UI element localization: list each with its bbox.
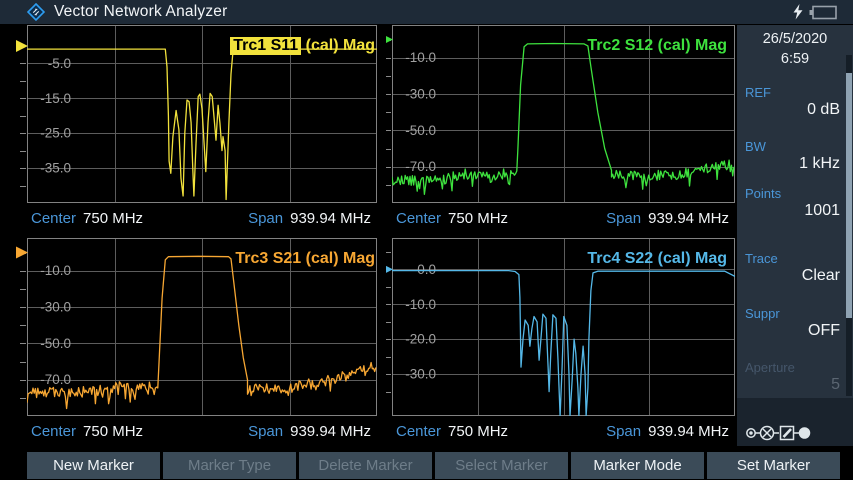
span-frequency[interactable]: Span 939.94 MHz xyxy=(606,423,729,440)
span-value: 939.94 MHz xyxy=(648,423,729,440)
axis-ticks xyxy=(386,253,391,393)
span-label: Span xyxy=(248,210,283,227)
sidebar: 26/5/2020 6:59 REF 0 dB BW 1 kHz Points 10… xyxy=(737,25,853,446)
softkey-bar: New MarkerMarker TypeDelete MarkerSelect… xyxy=(0,446,853,480)
titlebar: Vector Network Analyzer xyxy=(0,0,853,24)
span-frequency[interactable]: Span 939.94 MHz xyxy=(248,210,371,227)
y-tick-label: -70.0 xyxy=(405,159,436,174)
softkey-new-marker[interactable]: New Marker xyxy=(27,452,160,479)
plot-window-s22[interactable]: 0.0 -10.0 -20.0 -30.0 Trc4 S22 (cal) Mag Cen… xyxy=(386,238,737,446)
trace-title: Trc2 S12 (cal) Mag xyxy=(587,36,727,56)
softkey-marker-mode[interactable]: Marker Mode xyxy=(571,452,704,479)
softkey-marker-type[interactable]: Marker Type xyxy=(163,452,296,479)
plot-window-s12[interactable]: -10.0 -30.0 -50.0 -70.0 Trc2 S12 (cal) Mag C… xyxy=(386,25,737,233)
field-label: Points xyxy=(745,186,781,201)
ref-level-marker-icon xyxy=(386,263,393,275)
y-tick-label: -10.0 xyxy=(405,297,436,312)
span-value: 939.94 MHz xyxy=(648,210,729,227)
trace-title: Trc4 S22 (cal) Mag xyxy=(587,249,727,269)
field-value: Clear xyxy=(802,267,840,285)
field-value: 5 xyxy=(831,376,840,394)
field-value: 0 dB xyxy=(807,101,840,119)
plot-window-s21[interactable]: -10.0 -30.0 -50.0 -70.0 Trc3 S21 (cal) Mag C… xyxy=(0,238,380,446)
vna-screen: Vector Network Analyzer -5.0 -15.0 -25.0 -3… xyxy=(0,0,853,480)
center-frequency[interactable]: Center 750 MHz xyxy=(396,210,508,227)
center-label: Center xyxy=(396,423,441,440)
y-tick-label: -50.0 xyxy=(405,123,436,138)
axis-ticks xyxy=(386,41,391,186)
y-tick-label: -10.0 xyxy=(40,263,71,278)
center-label: Center xyxy=(31,210,76,227)
plot-footer: Center 750 MHz Span 939.94 MHz xyxy=(27,416,377,446)
y-tick-label: -15.0 xyxy=(40,91,71,106)
axis-ticks xyxy=(20,47,26,187)
center-frequency[interactable]: Center 750 MHz xyxy=(396,423,508,440)
trace-curve xyxy=(27,256,376,408)
field-label: Trace xyxy=(745,251,778,266)
y-tick-label: -20.0 xyxy=(405,332,436,347)
time-label: 6:59 xyxy=(737,51,853,67)
center-label: Center xyxy=(396,210,441,227)
y-tick-label: -5.0 xyxy=(48,56,71,71)
span-frequency[interactable]: Span 939.94 MHz xyxy=(606,210,729,227)
y-tick-label: -30.0 xyxy=(405,367,436,382)
plot-footer: Center 750 MHz Span 939.94 MHz xyxy=(392,416,735,446)
center-value: 750 MHz xyxy=(448,423,508,440)
y-tick-label: 0.0 xyxy=(417,262,436,277)
center-frequency[interactable]: Center 750 MHz xyxy=(31,423,143,440)
rohde-schwarz-logo-icon xyxy=(27,3,45,21)
y-tick-label: -70.0 xyxy=(40,372,71,387)
axis-ticks xyxy=(20,254,26,399)
span-label: Span xyxy=(248,423,283,440)
span-label: Span xyxy=(606,423,641,440)
y-tick-label: -50.0 xyxy=(40,336,71,351)
center-frequency[interactable]: Center 750 MHz xyxy=(31,210,143,227)
field-value: 1001 xyxy=(804,202,840,220)
field-label: BW xyxy=(745,139,766,154)
trace-title: Trc3 S21 (cal) Mag xyxy=(235,249,375,269)
span-value: 939.94 MHz xyxy=(290,210,371,227)
y-tick-label: -35.0 xyxy=(40,161,71,176)
trace-curve xyxy=(392,271,735,416)
plot-window-s11[interactable]: -5.0 -15.0 -25.0 -35.0 Trc1 S11 (cal) Mag Ce… xyxy=(0,25,380,233)
plot-footer: Center 750 MHz Span 939.94 MHz xyxy=(27,203,377,233)
filled-circle-icon xyxy=(800,428,810,438)
lightning-icon xyxy=(792,4,804,20)
center-value: 750 MHz xyxy=(448,210,508,227)
sidebar-scrollbar-thumb[interactable] xyxy=(846,73,852,318)
span-value: 939.94 MHz xyxy=(290,423,371,440)
center-value: 750 MHz xyxy=(83,210,143,227)
trace-curve xyxy=(392,44,734,195)
trace-title: Trc1 S11 (cal) Mag xyxy=(230,36,375,56)
ref-level-marker-icon xyxy=(16,40,28,52)
field-value: OFF xyxy=(808,322,840,340)
softkey-delete-marker[interactable]: Delete Marker xyxy=(299,452,432,479)
field-value: 1 kHz xyxy=(799,155,840,173)
y-tick-label: -30.0 xyxy=(40,300,71,315)
center-label: Center xyxy=(31,423,76,440)
y-tick-label: -25.0 xyxy=(40,126,71,141)
softkey-set-marker[interactable]: Set Marker xyxy=(707,452,840,479)
center-value: 750 MHz xyxy=(83,423,143,440)
span-label: Span xyxy=(606,210,641,227)
field-label: REF xyxy=(745,85,771,100)
trace-title-text: Trc3 S21 (cal) Mag xyxy=(235,250,375,268)
field-label: Aperture xyxy=(745,360,795,375)
plot-footer: Center 750 MHz Span 939.94 MHz xyxy=(392,203,735,233)
trace-title-text: (cal) Mag xyxy=(301,37,375,55)
battery-icon xyxy=(809,5,837,20)
field-label: Suppr xyxy=(745,306,780,321)
y-tick-label: -10.0 xyxy=(405,50,436,65)
date-label: 26/5/2020 xyxy=(737,31,853,47)
ref-level-marker-icon xyxy=(16,247,28,259)
trace-title-text: Trc2 S12 (cal) Mag xyxy=(587,37,727,55)
trace-title-highlight: Trc1 S11 xyxy=(230,37,301,55)
softkey-select-marker[interactable]: Select Marker xyxy=(435,452,568,479)
ref-level-marker-icon xyxy=(386,34,393,46)
trace-title-text: Trc4 S22 (cal) Mag xyxy=(587,250,727,268)
y-tick-label: -30.0 xyxy=(405,87,436,102)
app-title: Vector Network Analyzer xyxy=(54,3,227,21)
span-frequency[interactable]: Span 939.94 MHz xyxy=(248,423,371,440)
port-diagram-icons xyxy=(745,421,821,445)
